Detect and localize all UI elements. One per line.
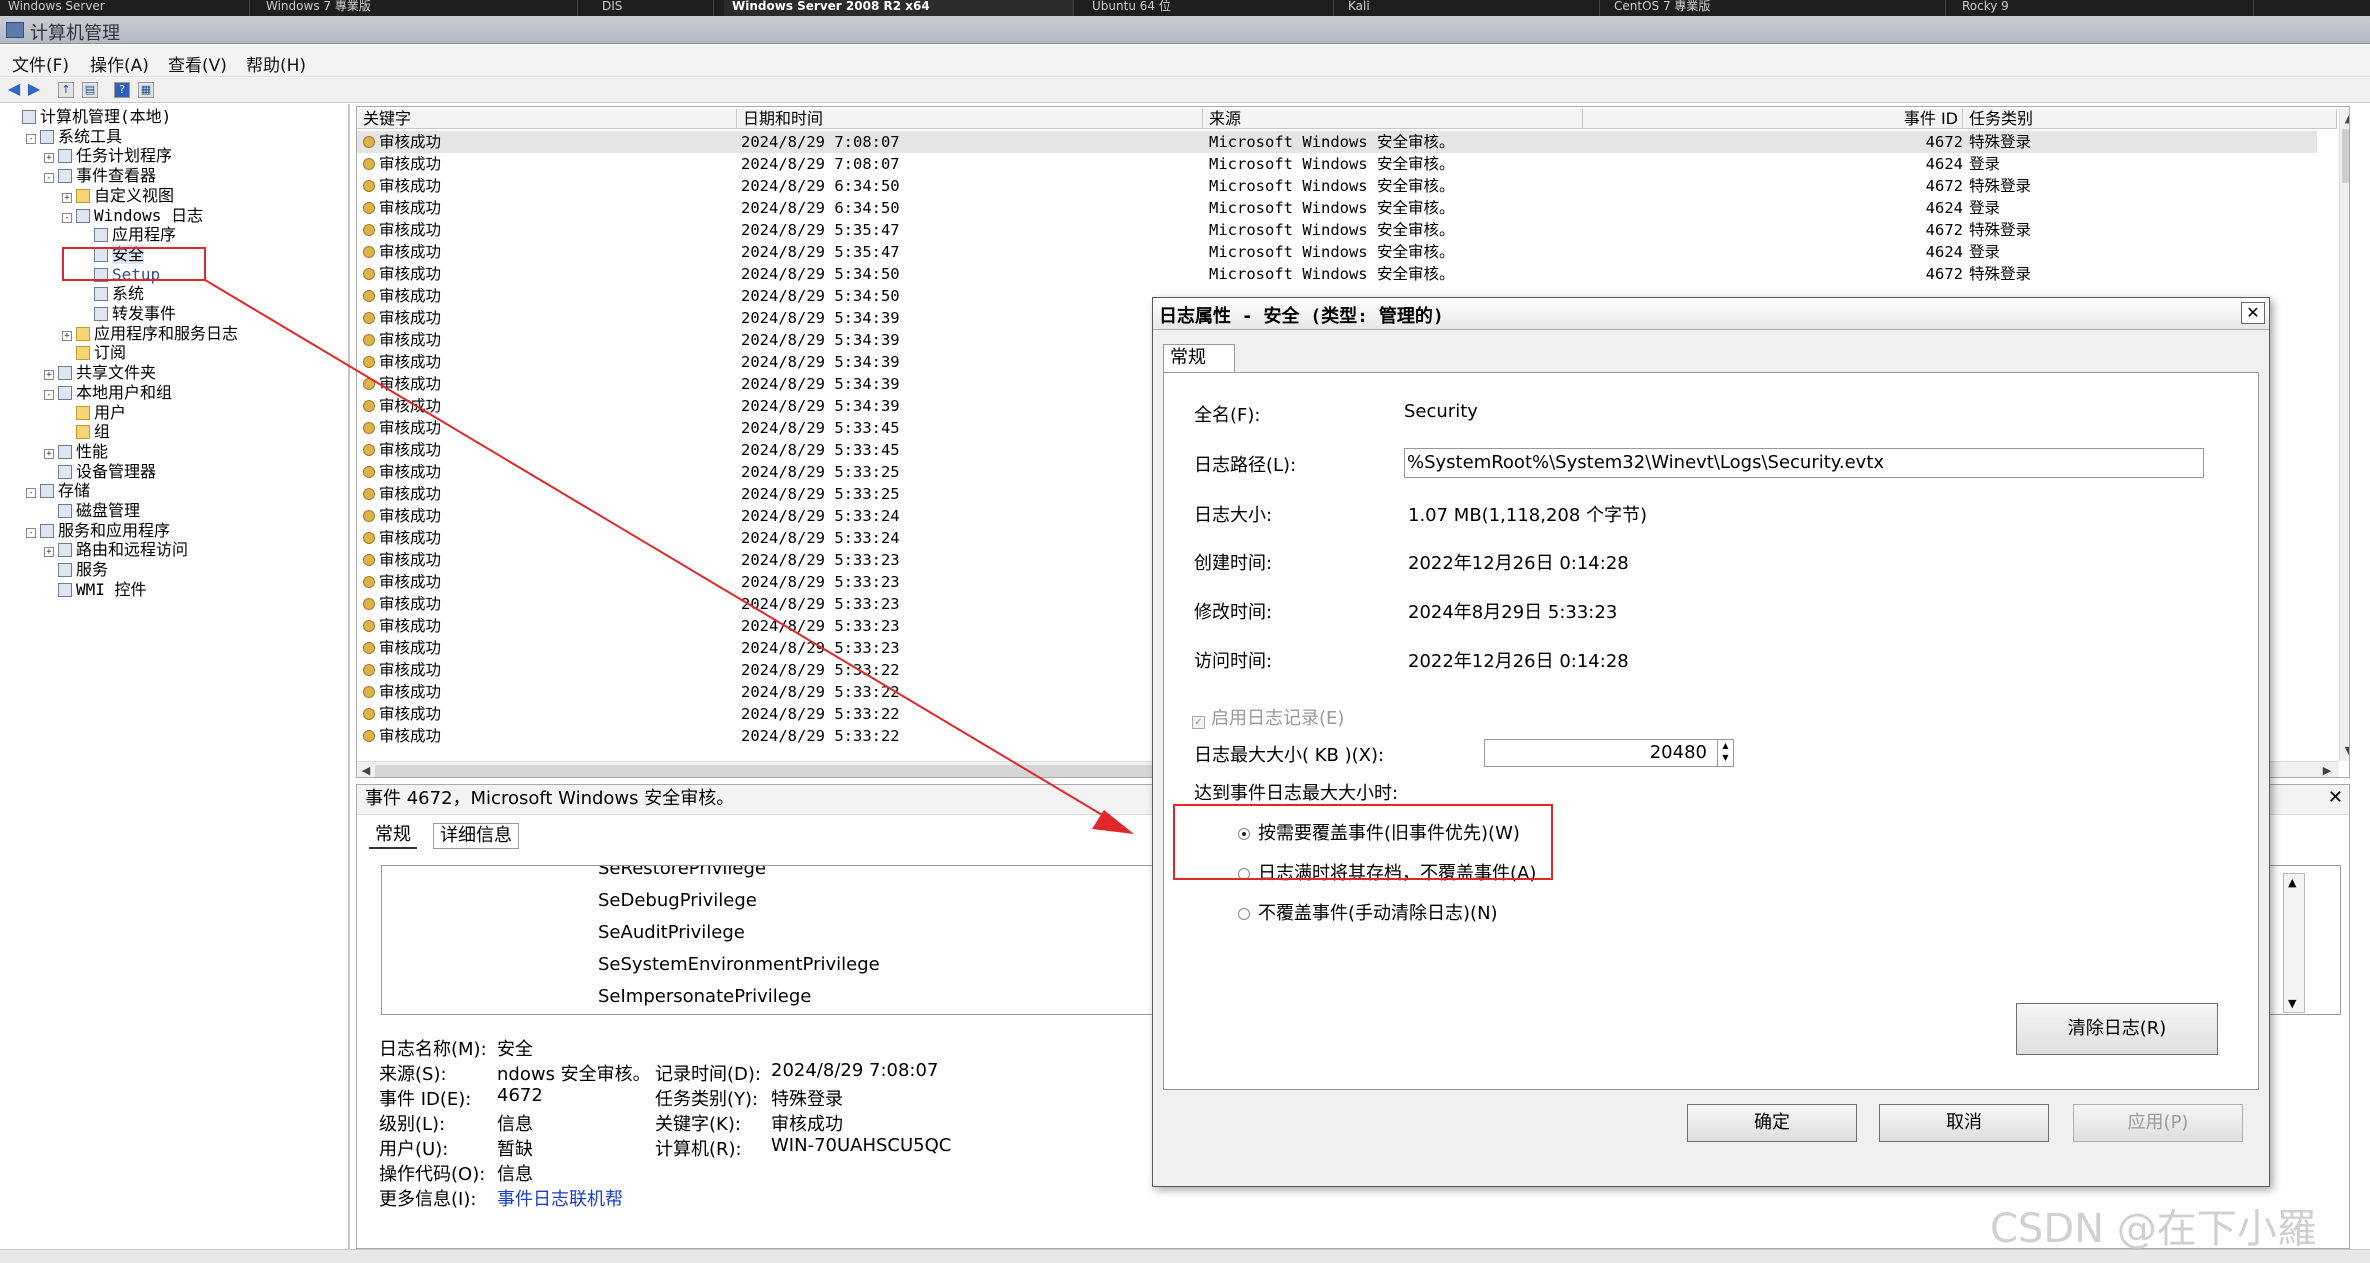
annotation-arrow bbox=[204, 279, 1134, 834]
status-bar bbox=[0, 1249, 2370, 1263]
watermark: CSDN @在下小羅 bbox=[1990, 1206, 2317, 1252]
